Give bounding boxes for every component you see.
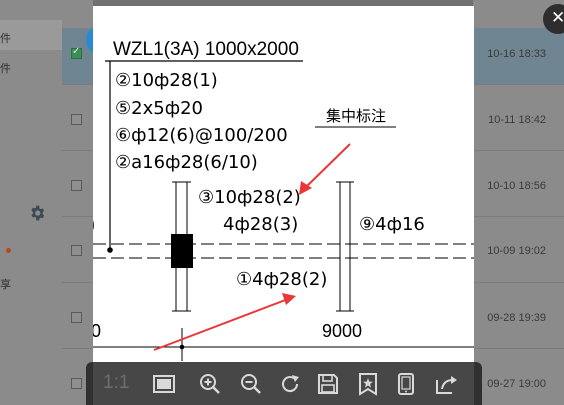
actual-size-button[interactable]: 1:1 <box>103 372 129 394</box>
share-icon[interactable] <box>434 372 458 396</box>
gear-icon[interactable] <box>28 204 46 222</box>
fit-screen-icon[interactable] <box>152 372 176 396</box>
top-rebar-label: ③10ф28(2) <box>198 187 301 208</box>
row-date-5: 09-28 19:39 <box>487 312 546 324</box>
concentrated-label: 集中标注 <box>326 107 386 125</box>
bottom-rebar-label: ①4ф28(2) <box>236 269 327 290</box>
save-icon[interactable] <box>316 372 340 396</box>
left-partial-label: ) <box>93 214 95 234</box>
zoom-out-icon[interactable] <box>239 372 263 396</box>
sidebar-item-1[interactable]: 件 <box>0 30 11 46</box>
phone-icon[interactable] <box>394 372 418 396</box>
dim-right-label: 9000 <box>322 321 362 341</box>
rotate-icon[interactable] <box>278 372 302 396</box>
row-checkbox-5[interactable] <box>71 312 82 323</box>
image-viewer[interactable]: WZL1(3A) 1000x2000 ②10ф28(1) ⑤2x5ф20 ⑥ф1… <box>93 6 474 405</box>
row-date-2: 10-11 18:42 <box>488 114 546 126</box>
rebar-line-1: ②10ф28(1) <box>115 70 218 91</box>
row-checkbox-4[interactable] <box>71 245 82 256</box>
mid-rebar-label: 4ф28(3) <box>223 214 298 235</box>
notification-dot <box>6 248 11 253</box>
row-checkbox-6[interactable] <box>71 378 82 389</box>
row-date-4: 10-09 19:02 <box>487 245 546 257</box>
row-date-3: 10-10 18:56 <box>487 180 546 192</box>
sidebar-item-2[interactable]: 件 <box>0 60 11 76</box>
sidebar-item-share[interactable]: 享 <box>0 276 11 292</box>
row-checkbox-1[interactable] <box>71 46 82 59</box>
bookmark-icon[interactable] <box>356 372 380 396</box>
row-checkbox-2[interactable] <box>71 114 82 125</box>
rebar-line-2: ⑤2x5ф20 <box>115 98 203 119</box>
row-date-1: 10-16 18:33 <box>487 48 546 60</box>
beam-title: WZL1(3A) 1000x2000 <box>113 39 299 60</box>
viewer-toolbar: 1:1 <box>86 362 482 405</box>
row-date-6: 09-27 19:00 <box>487 378 546 390</box>
row-checkbox-3[interactable] <box>71 180 82 191</box>
side-rebar-label: ⑨4ф16 <box>359 214 425 235</box>
beam-drawing: WZL1(3A) 1000x2000 ②10ф28(1) ⑤2x5ф20 ⑥ф1… <box>93 39 474 361</box>
rebar-line-4: ②a16ф28(6/10) <box>115 152 258 173</box>
close-icon: ✕ <box>551 8 564 28</box>
dim-left-label: 0 <box>93 321 101 341</box>
rebar-line-3: ⑥ф12(6)@100/200 <box>115 125 288 146</box>
zoom-in-icon[interactable] <box>198 372 222 396</box>
